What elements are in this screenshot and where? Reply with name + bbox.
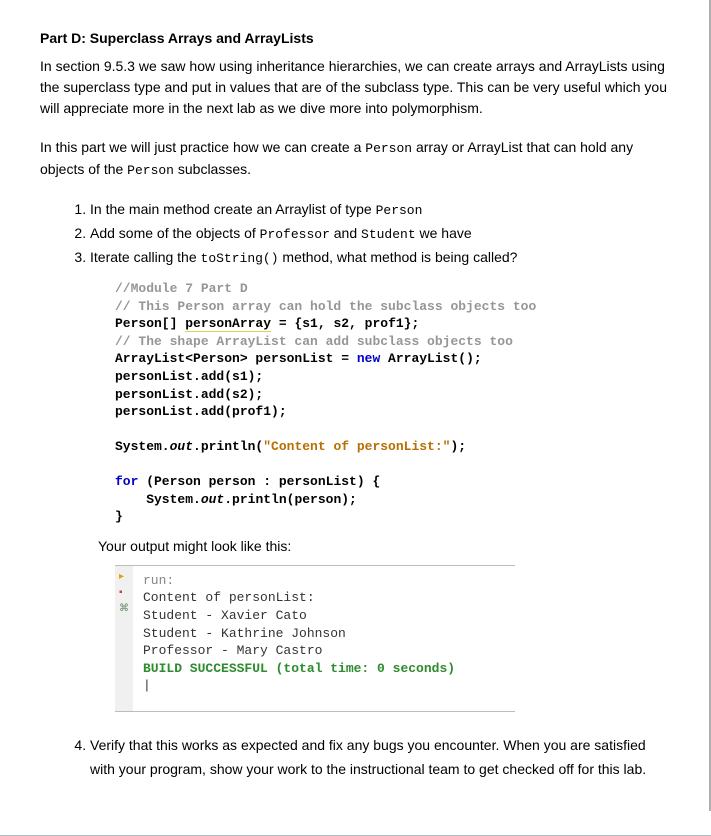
- step-4: Verify that this works as expected and f…: [90, 734, 669, 782]
- code-text: }: [115, 509, 123, 524]
- code-text: .println(person);: [224, 492, 357, 507]
- build-successful: BUILD SUCCESSFUL (total time: 0 seconds): [143, 661, 455, 676]
- code-student: Student: [361, 227, 416, 242]
- code-text: personList.add(s1);: [115, 369, 263, 384]
- text: method, what method is being called?: [279, 249, 518, 265]
- text: Iterate calling the: [90, 249, 201, 265]
- step-1: In the main method create an Arraylist o…: [90, 198, 669, 222]
- text: and: [330, 225, 361, 241]
- output-intro: Your output might look like this:: [98, 536, 669, 557]
- code-tostring: toString(): [201, 251, 279, 266]
- code-identifier: personArray: [185, 316, 271, 332]
- output-line: Content of personList:: [143, 590, 315, 605]
- code-text: System.: [115, 439, 170, 454]
- code-text: Person[]: [115, 316, 185, 331]
- cursor: |: [143, 678, 151, 693]
- code-out: out: [170, 439, 193, 454]
- code-person: Person: [365, 141, 412, 156]
- section-title: Part D: Superclass Arrays and ArrayLists: [40, 30, 669, 46]
- intro-paragraph-2: In this part we will just practice how w…: [40, 137, 669, 180]
- output-line: Professor - Mary Castro: [143, 643, 322, 658]
- code-text: );: [450, 439, 466, 454]
- java-code-block: //Module 7 Part D // This Person array c…: [115, 280, 669, 526]
- text: subclasses.: [174, 161, 251, 177]
- text: In the main method create an Arraylist o…: [90, 201, 376, 217]
- code-text: = {s1, s2, prof1};: [271, 316, 419, 331]
- code-professor: Professor: [260, 227, 330, 242]
- code-out: out: [201, 492, 224, 507]
- text: we have: [416, 225, 472, 241]
- document-page: Part D: Superclass Arrays and ArrayLists…: [0, 0, 711, 811]
- arrow-icon: ▸: [119, 572, 129, 582]
- output-gutter: ▸ ▪ ⌘: [115, 565, 133, 712]
- code-text: (Person person : personList) {: [138, 474, 380, 489]
- output-panel: ▸ ▪ ⌘ run: Content of personList: Studen…: [115, 565, 515, 712]
- code-keyword-for: for: [115, 474, 138, 489]
- code-text: ArrayList<Person> personList =: [115, 351, 357, 366]
- step-2: Add some of the objects of Professor and…: [90, 222, 669, 246]
- link-icon: ⌘: [119, 604, 129, 614]
- step-3: Iterate calling the toString() method, w…: [90, 246, 669, 270]
- code-string: "Content of personList:": [263, 439, 450, 454]
- console-output: run: Content of personList: Student - Xa…: [133, 565, 515, 712]
- code-person-2: Person: [127, 163, 174, 178]
- code-text: System.: [115, 492, 201, 507]
- text: Verify that this works as expected and f…: [90, 737, 646, 777]
- code-person: Person: [376, 203, 423, 218]
- instruction-list-continued: Verify that this works as expected and f…: [40, 734, 669, 782]
- run-label: run:: [143, 573, 174, 588]
- code-text: personList.add(prof1);: [115, 404, 287, 419]
- instruction-list: In the main method create an Arraylist o…: [40, 198, 669, 270]
- output-line: Student - Xavier Cato: [143, 608, 307, 623]
- text: Add some of the objects of: [90, 225, 260, 241]
- code-keyword-new: new: [357, 351, 380, 366]
- code-text: ArrayList();: [380, 351, 481, 366]
- code-text: .println(: [193, 439, 263, 454]
- code-comment: //Module 7 Part D: [115, 281, 248, 296]
- code-comment: // The shape ArrayList can add subclass …: [115, 334, 513, 349]
- text: In this part we will just practice how w…: [40, 139, 365, 155]
- stop-icon: ▪: [119, 588, 129, 598]
- code-text: personList.add(s2);: [115, 387, 263, 402]
- intro-paragraph-1: In section 9.5.3 we saw how using inheri…: [40, 56, 669, 119]
- code-comment: // This Person array can hold the subcla…: [115, 299, 536, 314]
- output-line: Student - Kathrine Johnson: [143, 626, 346, 641]
